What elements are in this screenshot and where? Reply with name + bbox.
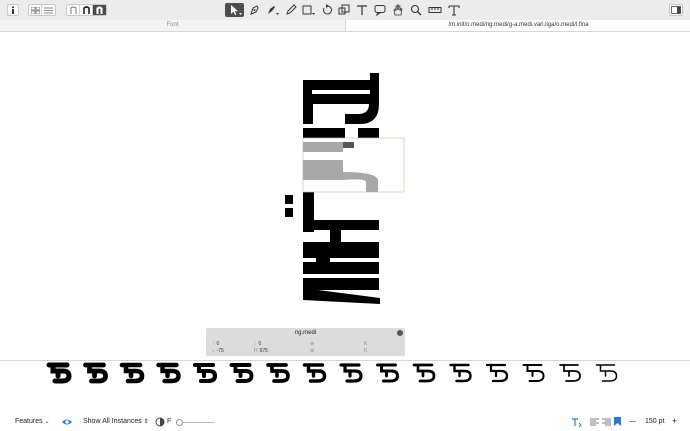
instance-preview bbox=[0, 360, 690, 389]
text-tool-icon[interactable] bbox=[355, 3, 369, 17]
glyph-string bbox=[285, 73, 380, 304]
scale-tool-icon[interactable] bbox=[337, 3, 351, 17]
zoom-level[interactable]: 150 pt bbox=[645, 418, 664, 425]
sidebar-toggle-icon[interactable] bbox=[669, 4, 683, 16]
preview-glyph bbox=[339, 363, 363, 383]
preview-glyph bbox=[192, 362, 218, 384]
preview-glyph bbox=[559, 364, 581, 382]
toolbar bbox=[0, 0, 690, 21]
field-kern-2[interactable]: K bbox=[364, 348, 369, 354]
preview-glyphs bbox=[46, 362, 618, 384]
glyph-overlap bbox=[343, 142, 354, 148]
edit-canvas[interactable] bbox=[0, 32, 690, 360]
glyph-info-panel: ng.medi ↑ 0 ↓ 0 ⊕ K ↨ -75 H 675 ⊕ K bbox=[206, 328, 405, 356]
chevron-updown-icon: ⌄ bbox=[44, 419, 50, 425]
field-link-2[interactable]: ⊕ bbox=[310, 348, 316, 354]
panel-close-icon[interactable] bbox=[397, 330, 403, 336]
rotate-tool-icon[interactable] bbox=[320, 3, 334, 17]
tab-font[interactable]: Font bbox=[0, 20, 345, 31]
color-mode-icon[interactable] bbox=[155, 417, 165, 429]
selected-glyph-ng-medi bbox=[303, 142, 379, 192]
zoom-tool-icon[interactable] bbox=[409, 3, 423, 17]
chevron-updown-icon: ⇕ bbox=[143, 419, 149, 425]
font-label: F bbox=[167, 418, 172, 425]
field-offset[interactable]: ↨ -75 bbox=[212, 348, 224, 354]
field-bottom[interactable]: ↓ 0 bbox=[254, 341, 261, 347]
preview-glyph bbox=[376, 363, 399, 383]
preview-glyph bbox=[302, 363, 327, 383]
instances-label: Show All Instances bbox=[83, 418, 142, 425]
glyph-style-segment bbox=[66, 4, 107, 16]
list-view-icon[interactable] bbox=[42, 5, 55, 15]
tab-bar: Font /m.init/o.medi/ng.medi/g-a.medi.var… bbox=[0, 20, 690, 32]
preview-glyph bbox=[595, 364, 618, 382]
text-direction-icon[interactable] bbox=[571, 417, 582, 429]
glyph-outline-icon[interactable] bbox=[67, 5, 80, 15]
instances-dropdown[interactable]: Show All Instances ⇕ bbox=[83, 418, 149, 425]
preview-glyph bbox=[83, 362, 108, 384]
field-top[interactable]: ↑ 0 bbox=[212, 341, 219, 347]
preview-glyph bbox=[522, 364, 545, 382]
preview-glyph bbox=[485, 363, 509, 383]
field-height[interactable]: H 675 bbox=[254, 348, 268, 354]
preview-glyph bbox=[449, 363, 472, 383]
select-tool-icon[interactable] bbox=[225, 3, 244, 17]
pen-tool-icon[interactable] bbox=[265, 3, 281, 17]
glyph-stack-drawing bbox=[285, 73, 405, 304]
annotation-tool-icon[interactable] bbox=[373, 3, 387, 17]
field-link-1[interactable]: ⊕ bbox=[310, 341, 316, 347]
type-tool-icon[interactable] bbox=[447, 3, 461, 17]
field-kern-1[interactable]: K bbox=[364, 341, 369, 347]
pencil-tool-icon[interactable] bbox=[284, 3, 298, 17]
eye-icon[interactable] bbox=[61, 417, 73, 429]
measure-tool-icon[interactable] bbox=[427, 3, 443, 17]
glyph-medium-icon[interactable] bbox=[80, 5, 93, 15]
preview-glyph bbox=[156, 362, 181, 384]
features-label: Features bbox=[15, 418, 43, 425]
preview-glyph bbox=[46, 362, 72, 384]
view-mode-segment bbox=[28, 4, 56, 16]
draw-tool-icon[interactable] bbox=[247, 3, 261, 17]
zoom-in-button[interactable]: + bbox=[672, 416, 677, 426]
align-left-icon[interactable] bbox=[590, 418, 599, 428]
preview-glyph bbox=[412, 363, 436, 383]
features-dropdown[interactable]: Features ⌄ bbox=[15, 418, 50, 425]
bookmark-icon[interactable] bbox=[614, 417, 621, 428]
grid-view-icon[interactable] bbox=[29, 5, 42, 15]
info-icon[interactable] bbox=[7, 4, 19, 16]
slider-knob[interactable] bbox=[176, 419, 183, 426]
glyph-name: ng.medi bbox=[294, 330, 317, 336]
zoom-out-button[interactable]: — bbox=[629, 418, 636, 425]
bottom-bar: Features ⌄ Show All Instances ⇕ F — 150 … bbox=[0, 414, 690, 431]
hand-tool-icon[interactable] bbox=[391, 3, 405, 17]
preview-glyph bbox=[229, 363, 254, 383]
tab-glyph-string[interactable]: /m.init/o.medi/ng.medi/g-a.medi.vari.lig… bbox=[345, 20, 690, 31]
primitives-tool-icon[interactable] bbox=[301, 3, 317, 17]
glyph-bold-icon[interactable] bbox=[93, 5, 106, 15]
tool-strip bbox=[225, 3, 477, 17]
preview-glyph bbox=[266, 363, 290, 383]
align-right-icon[interactable] bbox=[602, 418, 611, 428]
preview-glyph bbox=[119, 362, 145, 384]
